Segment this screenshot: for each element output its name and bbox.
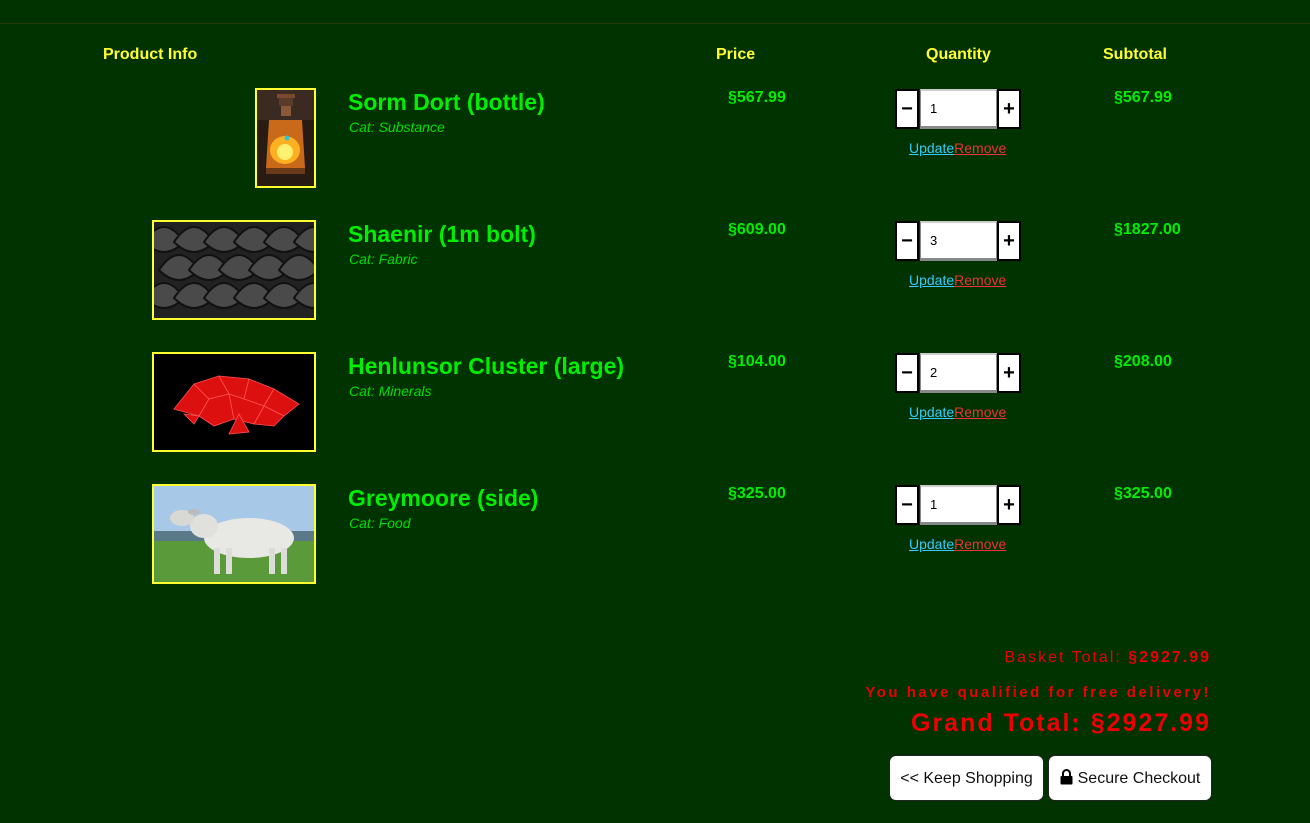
keep-shopping-button[interactable]: << Keep Shopping [889,755,1044,801]
lock-icon [1060,759,1073,803]
remove-link[interactable]: Remove [954,404,1006,420]
quantity-increase-button[interactable]: + [997,89,1021,129]
cart-row: Sorm Dort (bottle) Cat: Substance §567.9… [0,88,1310,199]
product-price: §325.00 [728,485,786,502]
header-price: Price [716,46,756,63]
quantity-input[interactable] [920,89,997,129]
quantity-input[interactable] [920,485,997,525]
free-delivery-message: You have qualified for free delivery! [865,684,1211,701]
product-subtotal: §325.00 [1114,485,1172,502]
quantity-decrease-button[interactable]: − [895,485,919,525]
quantity-input[interactable] [920,353,997,393]
header-subtotal: Subtotal [1103,46,1167,63]
update-link[interactable]: Update [909,404,954,420]
remove-link[interactable]: Remove [954,140,1006,156]
basket-total: Basket Total: §2927.99 [1005,649,1212,667]
grand-total-label: Grand Total: [911,709,1082,737]
secure-checkout-label: Secure Checkout [1077,770,1201,787]
quantity-increase-button[interactable]: + [997,353,1021,393]
red-crystal-cluster-image[interactable] [152,352,316,452]
quantity-decrease-button[interactable]: − [895,353,919,393]
product-price: §104.00 [728,353,786,370]
quantity-increase-button[interactable]: + [997,485,1021,525]
cart-row: Henlunsor Cluster (large) Cat: Minerals … [0,352,1310,463]
secure-checkout-button[interactable]: Secure Checkout [1048,755,1212,801]
product-category: Cat: Food [349,515,411,531]
grand-total: Grand Total: §2927.99 [911,709,1211,738]
cart-row: Greymoore (side) Cat: Food §325.00 − + U… [0,484,1310,595]
product-subtotal: §1827.00 [1114,221,1181,238]
remove-link[interactable]: Remove [954,536,1006,552]
product-subtotal: §567.99 [1114,89,1172,106]
product-name[interactable]: Shaenir (1m bolt) [348,221,536,248]
product-subtotal: §208.00 [1114,353,1172,370]
product-name[interactable]: Greymoore (side) [348,485,538,512]
product-price: §609.00 [728,221,786,238]
basket-total-label: Basket Total: [1004,649,1122,666]
update-link[interactable]: Update [909,536,954,552]
cart-row: Shaenir (1m bolt) Cat: Fabric §609.00 − … [0,220,1310,331]
white-cattle-image[interactable] [152,484,316,584]
top-bar [0,0,1310,24]
product-price: §567.99 [728,89,786,106]
quantity-input[interactable] [920,221,997,261]
product-category: Cat: Fabric [349,251,418,267]
basket-total-value: §2927.99 [1128,649,1211,666]
scale-fabric-image[interactable] [152,220,316,320]
header-product-info: Product Info [103,46,198,63]
quantity-increase-button[interactable]: + [997,221,1021,261]
update-link[interactable]: Update [909,140,954,156]
product-category: Cat: Minerals [349,383,432,399]
product-category: Cat: Substance [349,119,445,135]
quantity-decrease-button[interactable]: − [895,221,919,261]
product-name[interactable]: Henlunsor Cluster (large) [348,353,624,380]
product-name[interactable]: Sorm Dort (bottle) [348,89,545,116]
potion-bottle-image[interactable] [255,88,316,188]
grand-total-value: §2927.99 [1090,709,1211,737]
header-quantity: Quantity [926,46,991,63]
quantity-decrease-button[interactable]: − [895,89,919,129]
remove-link[interactable]: Remove [954,272,1006,288]
update-link[interactable]: Update [909,272,954,288]
